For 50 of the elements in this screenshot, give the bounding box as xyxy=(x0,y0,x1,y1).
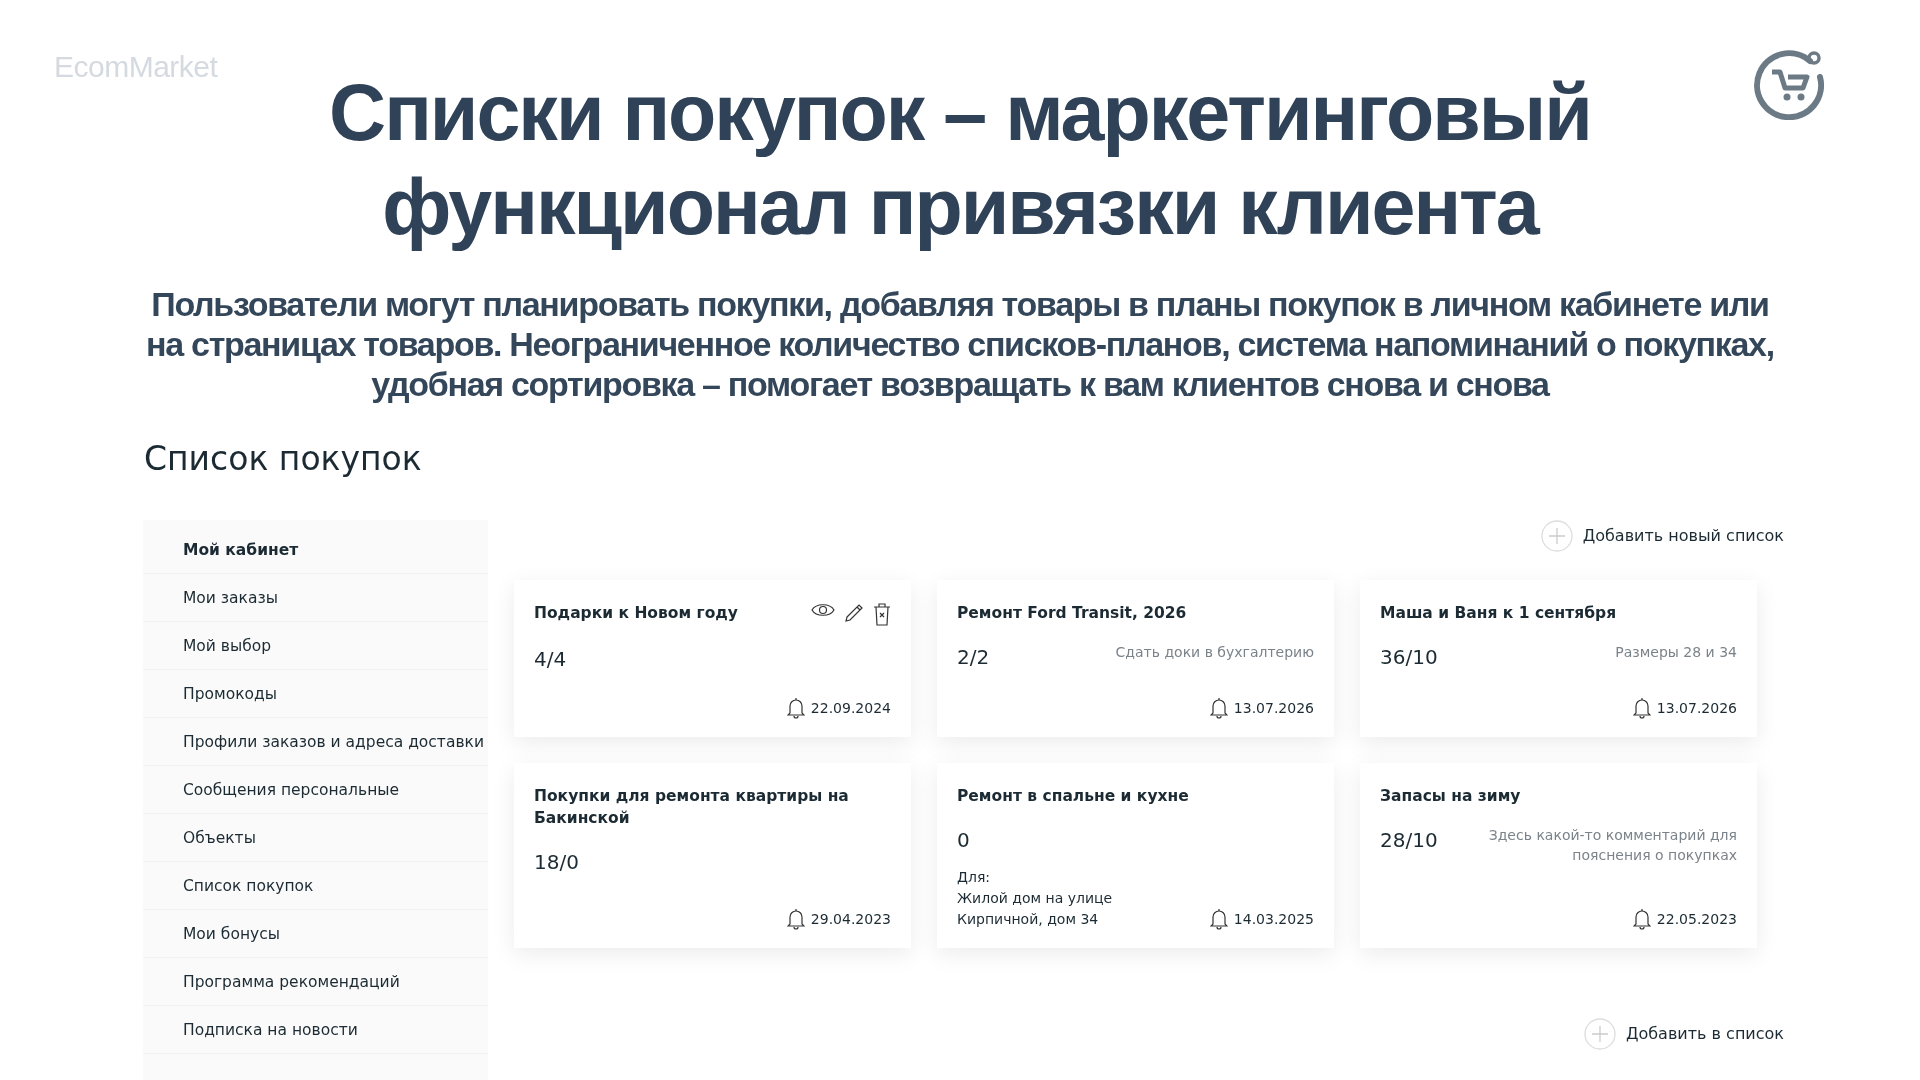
bell-icon xyxy=(1209,697,1228,719)
sidebar-item[interactable]: Профили заказов и адреса доставки xyxy=(143,718,488,766)
reminder-date: 22.09.2024 xyxy=(810,699,891,718)
plus-circle-icon xyxy=(1583,1018,1616,1050)
sidebar-item[interactable]: Программа рекомендаций xyxy=(143,958,488,1006)
list-count: 2/2 xyxy=(957,644,990,671)
add-to-list-button[interactable]: Добавить в список xyxy=(1583,1018,1784,1050)
bell-icon xyxy=(1209,908,1228,930)
list-count: 28/10 xyxy=(1380,827,1438,854)
sidebar-item[interactable]: Мои бонусы xyxy=(143,910,488,958)
list-title: Ремонт Ford Transit, 2026 xyxy=(957,603,1187,624)
for-label: Для: xyxy=(957,868,992,887)
list-count: 18/0 xyxy=(534,849,579,876)
add-list-button[interactable]: Добавить новый список xyxy=(1540,520,1784,552)
sidebar-item[interactable]: Список покупок xyxy=(143,862,488,910)
sidebar-item[interactable]: Сообщения персональные xyxy=(143,766,488,814)
trash-icon[interactable] xyxy=(873,602,891,626)
sidebar-item[interactable]: Мой выбор xyxy=(143,622,488,670)
slide-title: Списки покупок – маркетинговый функционал привязки клиента xyxy=(328,67,1592,253)
sidebar-item[interactable]: Мои заказы xyxy=(143,574,488,622)
page-heading: Список покупок xyxy=(144,438,423,480)
list-title: Подарки к Новом году xyxy=(534,603,738,624)
list-count: 0 xyxy=(957,827,970,854)
slide-subtitle: Пользователи могут планировать покупки, добавляя товары в планы покупок в личном кабинете или на страницах товаров. Неограниченное количество списков-планов, система напоминаний о покупках, удобная сортировка – помогает возвращать к вам клиентов снова и снова xyxy=(145,284,1775,404)
pencil-icon[interactable] xyxy=(843,602,865,624)
bell-icon xyxy=(1632,697,1651,719)
reminder-date: 13.07.2026 xyxy=(1656,699,1737,718)
sidebar-item[interactable]: Промокоды xyxy=(143,670,488,718)
reminder-date: 14.03.2025 xyxy=(1233,910,1314,929)
list-comment: Здесь какой-то комментарий для пояснения о покупках xyxy=(1487,826,1737,865)
reminder-date: 22.05.2023 xyxy=(1656,910,1737,929)
plus-circle-icon xyxy=(1540,520,1573,552)
sidebar-item[interactable]: Подписка на новости xyxy=(143,1006,488,1054)
eye-icon[interactable] xyxy=(811,602,835,618)
reminder-date: 13.07.2026 xyxy=(1233,699,1314,718)
for-text: Жилой дом на улице Кирпичной, дом 34 xyxy=(957,889,1114,929)
bell-icon xyxy=(786,908,805,930)
list-title: Маша и Ваня к 1 сентября xyxy=(1380,603,1617,624)
list-count: 4/4 xyxy=(534,646,567,673)
list-count: 36/10 xyxy=(1380,644,1438,671)
list-comment: Сдать доки в бухгалтерию xyxy=(1115,643,1314,662)
sidebar-item[interactable]: Мой кабинет xyxy=(143,526,488,574)
sidebar-item[interactable]: Объекты xyxy=(143,814,488,862)
reminder-date: 29.04.2023 xyxy=(810,910,891,929)
list-comment: Размеры 28 и 34 xyxy=(1615,643,1737,662)
list-title: Запасы на зиму xyxy=(1380,786,1521,807)
list-title: Покупки для ремонта квартиры на Бакинской xyxy=(534,786,850,829)
bell-icon xyxy=(1632,908,1651,930)
list-title: Ремонт в спальне и кухне xyxy=(957,786,1189,807)
bell-icon xyxy=(786,697,805,719)
